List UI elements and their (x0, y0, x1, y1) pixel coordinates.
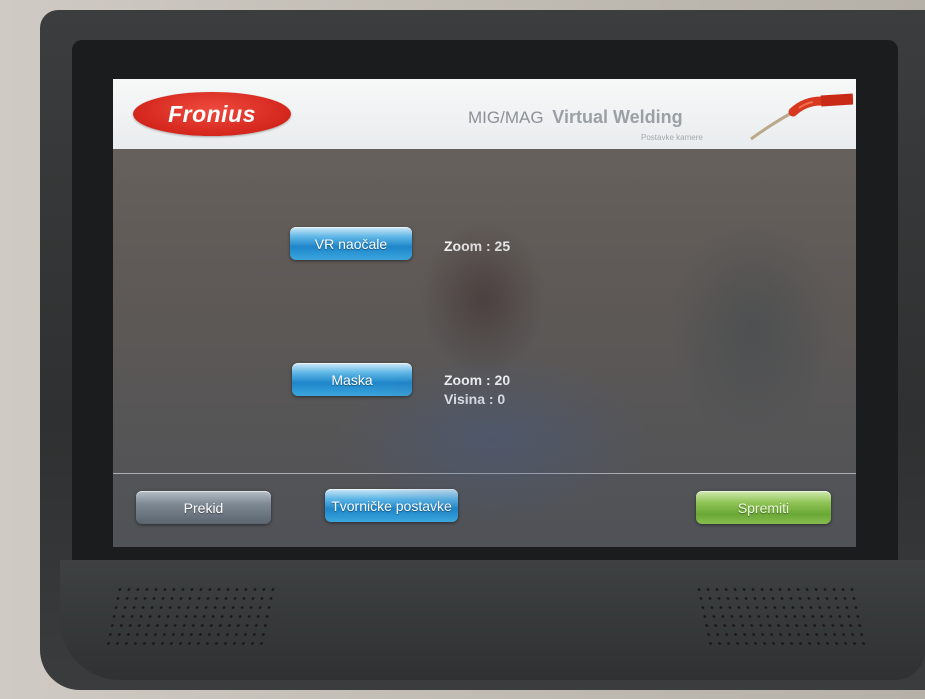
footer-divider (113, 473, 856, 474)
mask-button[interactable]: Maska (292, 363, 412, 396)
app-title-prefix: MIG/MAG (468, 108, 544, 127)
vr-glasses-button[interactable]: VR naočale (290, 227, 412, 260)
app-title-main: Virtual Welding (552, 107, 683, 127)
mask-height-value: Visina : 0 (444, 391, 506, 407)
save-button[interactable]: Spremiti (696, 491, 831, 524)
welding-torch-icon (750, 93, 853, 141)
logo-text: Fronius (168, 100, 256, 127)
app-header: Fronius MIG/MAG Virtual Welding Postavke… (113, 79, 856, 149)
speaker-grille-right (693, 585, 872, 645)
mask-zoom-value: Zoom : 20 (444, 372, 511, 388)
mask-info: Zoom : 20 Visina : 0 (444, 371, 510, 409)
touchscreen: Fronius MIG/MAG Virtual Welding Postavke… (113, 79, 856, 547)
vr-zoom-value: Zoom : 25 (444, 238, 511, 254)
factory-defaults-button[interactable]: Tvorničke postavke (325, 489, 458, 522)
page-subtitle: Postavke kamere (641, 133, 703, 142)
speaker-grille-left (103, 585, 282, 645)
fronius-logo: Fronius (133, 92, 291, 136)
cancel-button[interactable]: Prekid (136, 491, 271, 524)
screen-reflection (113, 79, 856, 547)
app-title: MIG/MAG Virtual Welding (468, 107, 683, 128)
